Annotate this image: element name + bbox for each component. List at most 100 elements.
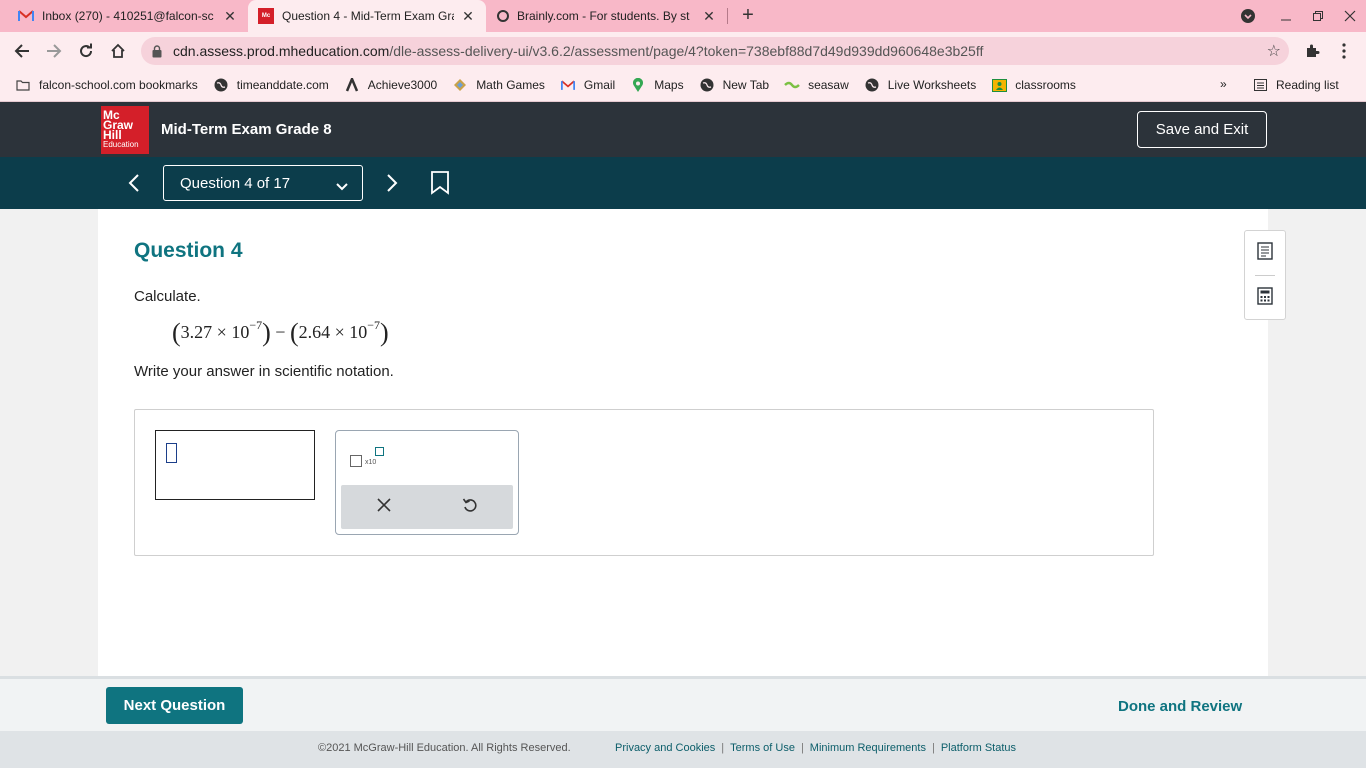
calculator-button[interactable] <box>1245 276 1285 320</box>
bookmark-maps[interactable]: Maps <box>630 77 684 93</box>
gmail-icon <box>18 8 34 24</box>
times-ten-label: x10 <box>365 459 377 466</box>
minimum-requirements-link[interactable]: Minimum Requirements <box>810 742 926 754</box>
browser-tab-gmail[interactable]: Inbox (270) - 410251@falcon-sc ✕ <box>8 0 248 32</box>
undo-icon <box>462 497 478 518</box>
bookmark-question-icon[interactable] <box>430 171 452 195</box>
next-question-icon[interactable] <box>378 169 406 197</box>
base-ten: 10 <box>349 322 368 342</box>
tab-title: Inbox (270) - 410251@falcon-sc <box>42 9 214 23</box>
home-icon[interactable] <box>104 37 132 65</box>
address-bar[interactable]: cdn.assess.prod.mheducation.com/dle-asse… <box>141 37 1289 65</box>
close-tab-icon[interactable]: ✕ <box>701 8 717 25</box>
bookmark-classrooms[interactable]: classrooms <box>991 77 1076 93</box>
mcgraw-hill-logo: Mc Graw Hill Education <box>101 106 149 154</box>
paren-open: ( <box>172 318 181 347</box>
bookmark-label: Live Worksheets <box>887 78 977 92</box>
bookmark-math-games[interactable]: Math Games <box>452 77 545 93</box>
reading-list-icon <box>1252 77 1268 93</box>
new-tab-button[interactable]: + <box>738 4 758 28</box>
lock-icon[interactable] <box>141 44 173 58</box>
bookmark-star-icon[interactable]: ☆ <box>1267 41 1281 61</box>
bookmark-new-tab[interactable]: New Tab <box>699 77 769 93</box>
link-separator: | <box>721 742 725 754</box>
terms-of-use-link[interactable]: Terms of Use <box>730 742 795 754</box>
maps-icon <box>630 77 646 93</box>
privacy-cookies-link[interactable]: Privacy and Cookies <box>615 742 715 754</box>
minimize-icon[interactable] <box>1270 0 1302 32</box>
forward-icon[interactable] <box>40 37 68 65</box>
reload-icon[interactable] <box>72 37 100 65</box>
bookmarks-overflow-button[interactable]: » <box>1220 77 1227 91</box>
browser-tab-strip: Inbox (270) - 410251@falcon-sc ✕ Mc Ques… <box>0 0 1366 32</box>
previous-question-icon[interactable] <box>120 169 148 197</box>
paren-open: ( <box>289 318 299 347</box>
overflow-label: » <box>1220 77 1227 91</box>
copyright-text: ©2021 McGraw-Hill Education. All Rights … <box>318 742 571 754</box>
close-tab-icon[interactable]: ✕ <box>222 8 238 25</box>
question-content-panel: Question 4 Calculate. (3.27 × 10−7) − (2… <box>98 209 1286 676</box>
brainly-icon <box>497 10 509 22</box>
side-tools-panel <box>1244 230 1286 320</box>
tab-title: Brainly.com - For students. By st <box>517 9 690 23</box>
bookmark-label: falcon-school.com bookmarks <box>39 78 198 92</box>
bookmark-gmail[interactable]: Gmail <box>560 77 615 93</box>
achieve-icon <box>344 77 360 93</box>
mantissa-box-icon <box>350 455 362 467</box>
folder-icon <box>15 77 31 93</box>
reference-sheet-button[interactable] <box>1245 231 1285 275</box>
close-tab-icon[interactable]: ✕ <box>460 8 476 25</box>
bookmark-achieve3000[interactable]: Achieve3000 <box>344 77 437 93</box>
tab-title: Question 4 - Mid-Term Exam Gra <box>282 9 454 23</box>
question-prompt: Calculate. <box>134 288 201 305</box>
restore-icon[interactable] <box>1302 0 1334 32</box>
done-and-review-link[interactable]: Done and Review <box>1118 698 1242 715</box>
exam-title: Mid-Term Exam Grade 8 <box>161 121 332 138</box>
globe-icon <box>864 77 880 93</box>
keypad-action-bar <box>341 485 513 529</box>
url-path: /dle-assess-delivery-ui/v3.6.2/assessmen… <box>389 43 984 59</box>
minus-sign: − <box>275 322 286 342</box>
tab-search-icon[interactable] <box>1232 0 1264 32</box>
reading-list-button[interactable]: Reading list <box>1252 77 1339 93</box>
classroom-icon <box>991 77 1007 93</box>
exponent-a: −7 <box>249 318 263 332</box>
menu-kebab-icon[interactable] <box>1330 37 1358 65</box>
platform-status-link[interactable]: Platform Status <box>941 742 1016 754</box>
times-sign: × <box>216 322 227 342</box>
legal-footer: ©2021 McGraw-Hill Education. All Rights … <box>0 731 1366 768</box>
bookmark-timeanddate[interactable]: timeanddate.com <box>213 77 329 93</box>
question-heading: Question 4 <box>134 239 243 262</box>
chevron-down-icon <box>336 178 348 195</box>
clear-button[interactable] <box>341 485 427 529</box>
browser-tab-brainly[interactable]: Brainly.com - For students. By st ✕ <box>487 0 727 32</box>
save-and-exit-button[interactable]: Save and Exit <box>1137 111 1267 148</box>
question-navigation-bar: Question 4 of 17 <box>0 157 1366 209</box>
bookmark-label: Math Games <box>476 78 545 92</box>
question-selector-dropdown[interactable]: Question 4 of 17 <box>163 165 363 201</box>
scientific-notation-key[interactable]: x10 <box>350 447 390 469</box>
browser-toolbar: cdn.assess.prod.mheducation.com/dle-asse… <box>0 32 1366 69</box>
close-window-icon[interactable] <box>1334 0 1366 32</box>
calculator-icon <box>1257 286 1273 310</box>
browser-tab-exam[interactable]: Mc Question 4 - Mid-Term Exam Gra ✕ <box>248 0 486 32</box>
times-sign: × <box>334 322 345 342</box>
math-keypad: x10 <box>335 430 519 535</box>
gmail-icon <box>560 77 576 93</box>
undo-button[interactable] <box>427 485 513 529</box>
mantissa-b: 2.64 <box>298 322 331 342</box>
extensions-icon[interactable] <box>1298 37 1326 65</box>
reading-list-label: Reading list <box>1276 78 1339 92</box>
bookmark-label: Achieve3000 <box>367 78 438 92</box>
paren-close: ) <box>380 318 389 347</box>
answer-input-field[interactable] <box>155 430 315 500</box>
bookmark-live-worksheets[interactable]: Live Worksheets <box>864 77 976 93</box>
paren-close: ) <box>262 318 271 347</box>
next-question-button[interactable]: Next Question <box>106 687 243 724</box>
bookmark-seasaw[interactable]: seasaw <box>784 77 849 93</box>
question-selector-label: Question 4 of 17 <box>180 174 291 192</box>
answer-instruction: Write your answer in scientific notation… <box>134 363 394 380</box>
bookmark-falcon-school[interactable]: falcon-school.com bookmarks <box>15 77 198 93</box>
exponent-b: −7 <box>367 318 381 332</box>
back-icon[interactable] <box>8 37 36 65</box>
